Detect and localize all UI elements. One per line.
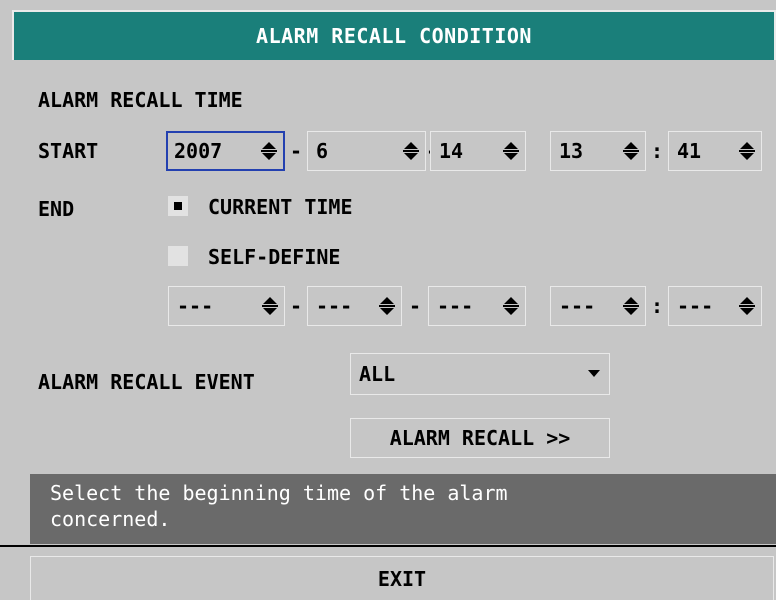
recall-event-select[interactable]: ALL [350,353,610,395]
end-day-value: --- [437,294,474,318]
dialog-title: ALARM RECALL CONDITION [12,10,776,60]
recall-event-value: ALL [359,362,396,386]
alarm-recall-button[interactable]: ALARM RECALL >> [350,418,610,458]
start-month-spinner[interactable]: 6 [307,131,426,171]
end-month-value: --- [316,294,353,318]
up-down-arrow-icon[interactable] [401,139,421,163]
current-time-label[interactable]: CURRENT TIME [208,195,353,219]
help-text: Select the beginning time of the alarm c… [30,474,776,544]
recall-event-label: ALARM RECALL EVENT [38,370,255,394]
current-time-radio[interactable] [168,196,188,216]
end-hour-spinner[interactable]: --- [550,286,646,326]
up-down-arrow-icon[interactable] [501,294,521,318]
end-hour-value: --- [559,294,596,318]
chevron-down-icon[interactable] [579,370,609,378]
end-label: END [38,197,75,221]
start-minute-value: 41 [677,139,702,163]
up-down-arrow-icon[interactable] [501,139,521,163]
self-define-radio[interactable] [168,246,188,266]
up-down-arrow-icon[interactable] [737,139,757,163]
start-day-spinner[interactable]: 14 [430,131,526,171]
time-separator: : [650,139,664,163]
start-hour-spinner[interactable]: 13 [550,131,646,171]
start-month-value: 6 [316,139,329,163]
up-down-arrow-icon[interactable] [259,139,279,163]
end-day-spinner[interactable]: --- [428,286,526,326]
date-separator: - [408,294,422,318]
start-minute-spinner[interactable]: 41 [668,131,762,171]
up-down-arrow-icon[interactable] [260,294,280,318]
start-year-spinner[interactable]: 2007 [166,131,285,171]
selected-indicator [174,202,182,210]
end-year-value: --- [177,294,214,318]
end-year-spinner[interactable]: --- [168,286,285,326]
start-year-value: 2007 [174,139,223,163]
date-separator: - [289,294,303,318]
time-separator: : [650,294,664,318]
end-month-spinner[interactable]: --- [307,286,402,326]
end-minute-value: --- [677,294,714,318]
self-define-label[interactable]: SELF-DEFINE [208,245,340,269]
end-minute-spinner[interactable]: --- [668,286,762,326]
up-down-arrow-icon[interactable] [737,294,757,318]
exit-button[interactable]: EXIT [30,556,774,600]
start-label: START [38,139,99,163]
start-hour-value: 13 [559,139,584,163]
recall-time-heading: ALARM RECALL TIME [38,88,243,112]
start-day-value: 14 [439,139,464,163]
date-separator: - [289,139,303,163]
up-down-arrow-icon[interactable] [377,294,397,318]
divider [0,545,776,547]
up-down-arrow-icon[interactable] [621,139,641,163]
up-down-arrow-icon[interactable] [621,294,641,318]
